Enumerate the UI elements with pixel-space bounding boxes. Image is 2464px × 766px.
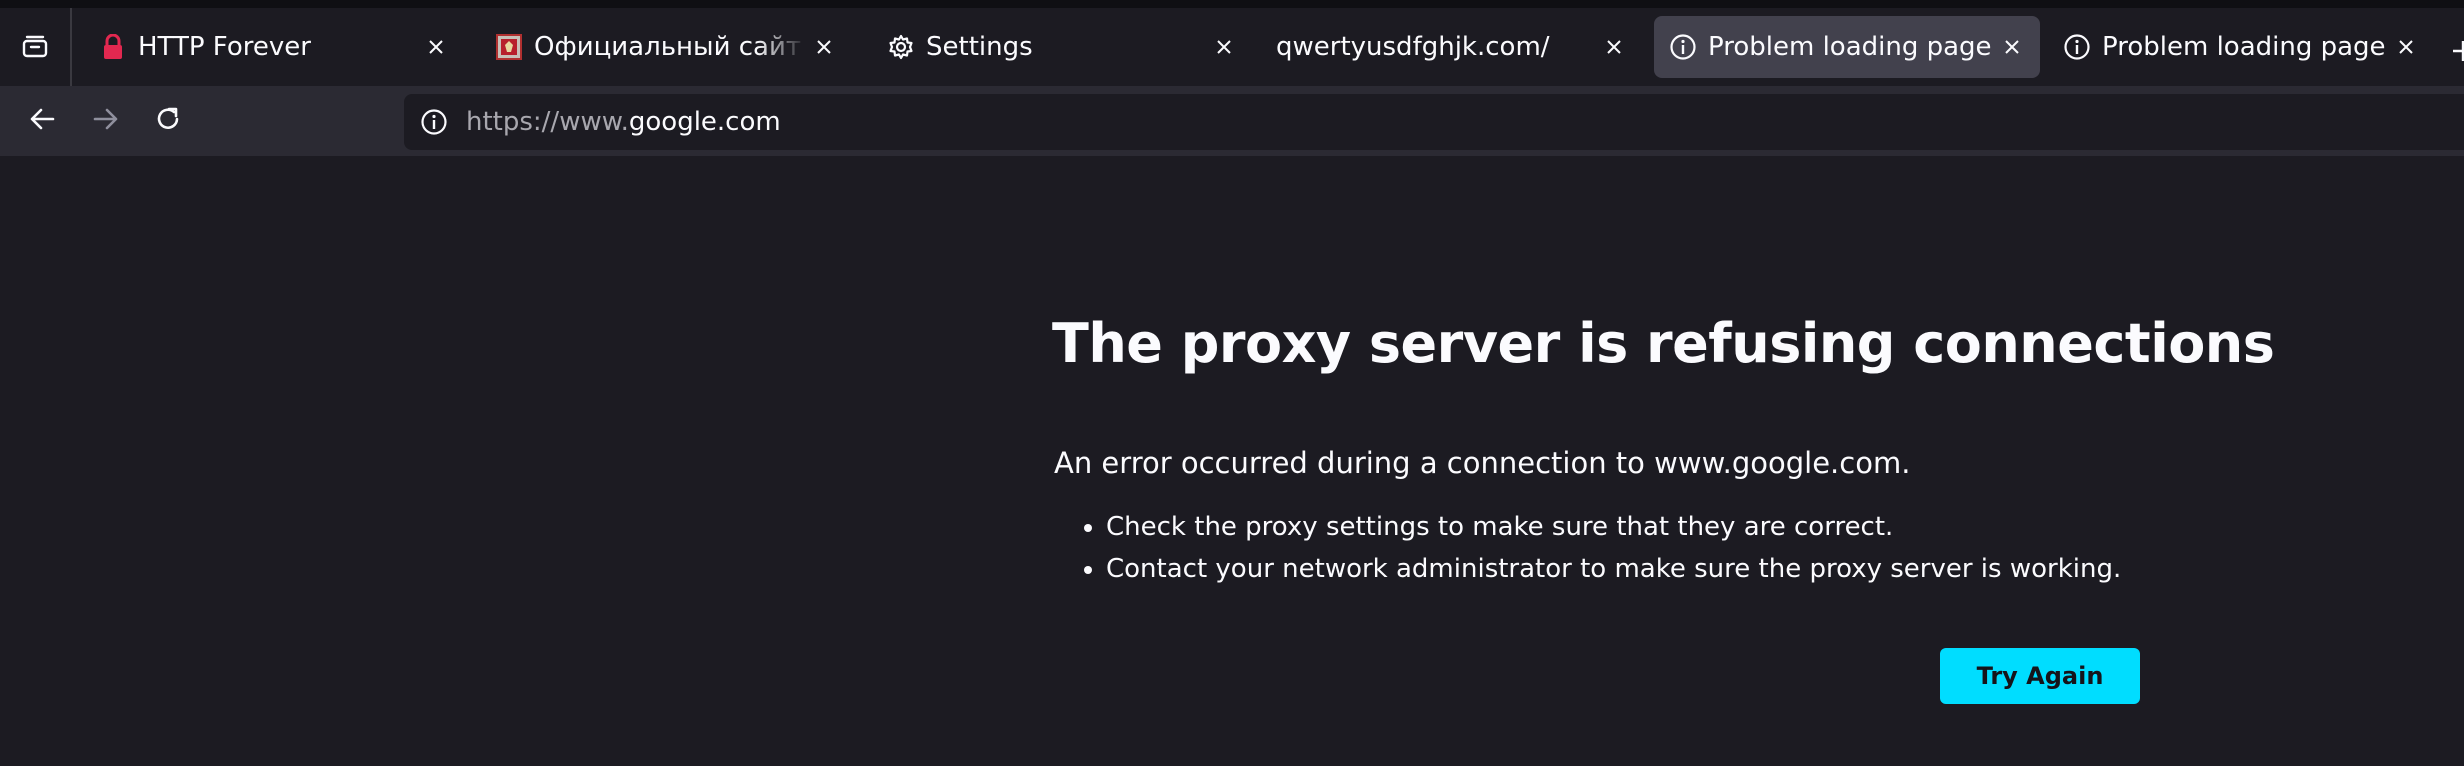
tab-official-site[interactable]: Официальный сайт Адм xyxy=(480,16,852,78)
close-icon[interactable] xyxy=(1994,29,2030,65)
forward-arrow-icon xyxy=(91,104,121,138)
close-icon[interactable] xyxy=(418,29,454,65)
url-domain: google.com xyxy=(628,107,781,137)
close-icon[interactable] xyxy=(2388,29,2424,65)
tab-title: qwertyusdfghjk.com/ xyxy=(1276,32,1550,62)
forward-button[interactable] xyxy=(84,99,128,143)
error-description: An error occurred during a connection to… xyxy=(1054,446,1911,480)
tab-title: HTTP Forever xyxy=(138,32,311,62)
back-button[interactable] xyxy=(20,99,64,143)
list-all-tabs-button[interactable] xyxy=(0,8,72,86)
url-bar[interactable]: https://www.google.com xyxy=(404,94,2464,150)
tab-title: Settings xyxy=(926,32,1033,62)
tab-problem-loading[interactable]: Problem loading page xyxy=(2048,16,2434,78)
error-page: The proxy server is refusing connections… xyxy=(0,156,2464,766)
tab-strip: HTTP Forever Официальный сайт Адм xyxy=(0,0,2464,86)
new-tab-button[interactable] xyxy=(2448,36,2464,66)
tab-list-icon xyxy=(20,30,50,64)
url-text[interactable]: https://www.google.com xyxy=(466,107,781,137)
tab-problem-loading-active[interactable]: Problem loading page xyxy=(1654,16,2040,78)
site-favicon-icon xyxy=(494,32,524,62)
gear-icon xyxy=(886,32,916,62)
navigation-toolbar: https://www.google.com xyxy=(0,86,2464,156)
reload-button[interactable] xyxy=(146,99,190,143)
tab-settings[interactable]: Settings xyxy=(872,16,1252,78)
error-title: The proxy server is refusing connections xyxy=(1052,312,2275,375)
tab-title: Problem loading page xyxy=(2102,32,2386,62)
site-info-icon[interactable] xyxy=(418,106,450,138)
reload-icon xyxy=(153,104,183,138)
info-icon xyxy=(2062,32,2092,62)
close-icon[interactable] xyxy=(1596,29,1632,65)
try-again-button[interactable]: Try Again xyxy=(1940,648,2140,704)
close-icon[interactable] xyxy=(806,29,842,65)
list-item: Contact your network administrator to ma… xyxy=(1106,548,2121,590)
tab-title: Problem loading page xyxy=(1708,32,1992,62)
close-icon[interactable] xyxy=(1206,29,1242,65)
tab-qwerty[interactable]: qwertyusdfghjk.com/ xyxy=(1262,16,1642,78)
plus-icon xyxy=(2448,41,2464,66)
back-arrow-icon xyxy=(27,104,57,138)
error-suggestions: Check the proxy settings to make sure th… xyxy=(1054,506,2121,590)
tab-http-forever[interactable]: HTTP Forever xyxy=(84,16,464,78)
list-item: Check the proxy settings to make sure th… xyxy=(1106,506,2121,548)
info-icon xyxy=(1668,32,1698,62)
tab-title: Официальный сайт Адм xyxy=(534,32,806,62)
url-prefix: https://www. xyxy=(466,107,629,137)
lock-icon xyxy=(98,32,128,62)
